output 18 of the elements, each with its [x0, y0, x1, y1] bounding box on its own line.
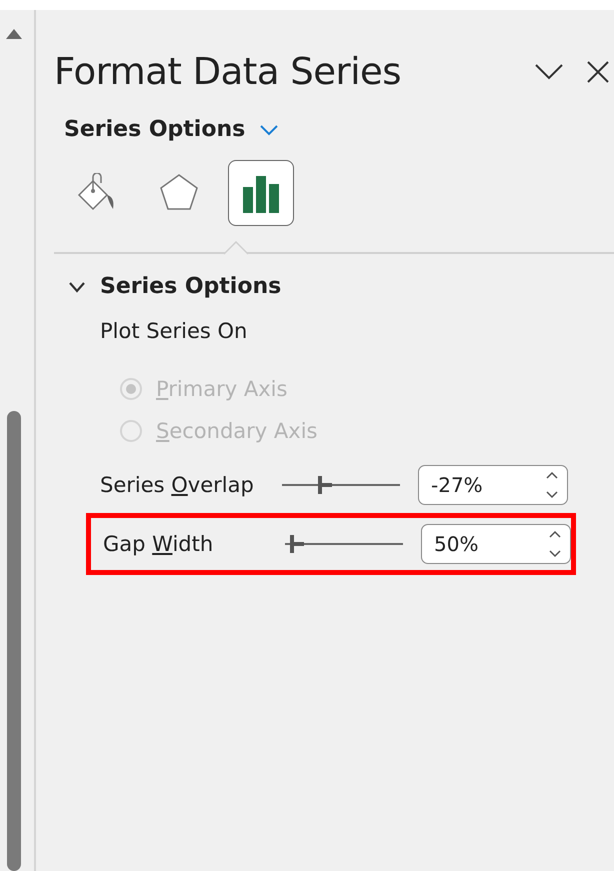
- series-options-dropdown[interactable]: Series Options: [64, 117, 280, 142]
- bar-chart-icon: [241, 173, 281, 213]
- spin-arrows-icon[interactable]: [548, 529, 562, 559]
- slider-label: Series Overlap: [100, 473, 255, 497]
- radio-label: Primary Axis: [156, 377, 288, 401]
- spin-field[interactable]: 50%: [421, 524, 571, 564]
- scrollbar-thumb[interactable]: [7, 411, 21, 871]
- slider-thumb[interactable]: [318, 476, 332, 494]
- pane-title: Format Data Series: [54, 50, 402, 93]
- category-tab[interactable]: [228, 160, 294, 226]
- spin-field[interactable]: -27%: [418, 465, 568, 505]
- scroll-up-icon[interactable]: [5, 28, 23, 40]
- plot-series-label: Plot Series On: [100, 319, 248, 343]
- radio-label: Secondary Axis: [156, 419, 318, 443]
- slider-label: Gap Width: [103, 532, 214, 556]
- slider-thumb[interactable]: [290, 535, 304, 553]
- chevron-down-icon: [259, 124, 280, 136]
- spin-arrows-icon[interactable]: [545, 470, 559, 500]
